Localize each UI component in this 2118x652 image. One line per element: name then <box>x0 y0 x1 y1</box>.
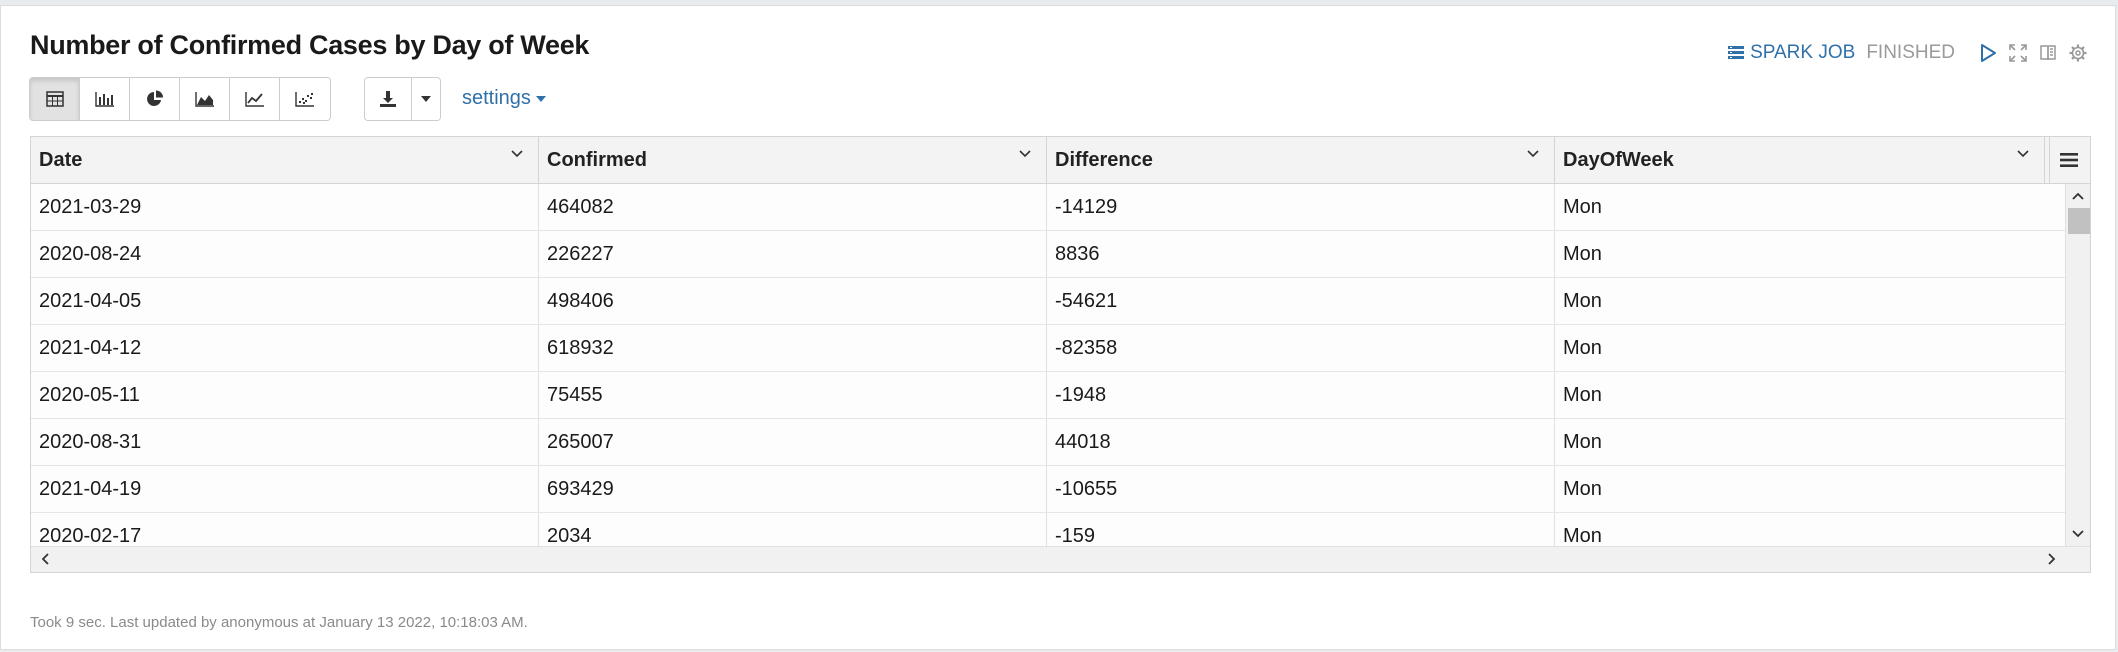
vertical-scroll-thumb[interactable] <box>2068 208 2090 234</box>
spark-job-label: SPARK JOB <box>1750 42 1856 63</box>
table-header: Date Confirmed Difference DayOfWeek <box>31 137 2090 184</box>
download-icon <box>380 91 396 107</box>
scroll-left-icon[interactable] <box>37 551 53 567</box>
column-header-date[interactable]: Date <box>31 137 539 183</box>
paragraph-title: Number of Confirmed Cases by Day of Week <box>30 30 590 60</box>
run-icon[interactable] <box>1977 42 1999 64</box>
cell-dayofweek: Mon <box>1563 477 1602 500</box>
cell-difference: -82358 <box>1047 325 1555 371</box>
cell-dayofweek: Mon <box>1563 289 1602 312</box>
cell-date: 2020-05-11 <box>31 372 539 418</box>
cell-difference: 44018 <box>1047 419 1555 465</box>
area-chart-button[interactable] <box>180 78 230 120</box>
table-row[interactable]: 2021-03-29 464082 -14129 Mon <box>31 184 2065 231</box>
scroll-up-icon[interactable] <box>2070 188 2086 204</box>
cell-date: 2020-02-17 <box>31 513 539 546</box>
spark-job-icon <box>1728 46 1745 59</box>
cell-confirmed: 2034 <box>539 513 1047 546</box>
gear-icon[interactable] <box>2067 42 2089 64</box>
table-row[interactable]: 2020-05-11 75455 -1948 Mon <box>31 372 2065 419</box>
table-row[interactable]: 2020-02-17 2034 -159 Mon <box>31 513 2065 546</box>
line-chart-button[interactable] <box>230 78 280 120</box>
scatter-chart-button[interactable] <box>280 78 330 120</box>
caret-down-icon <box>421 96 431 102</box>
table-view-button[interactable] <box>30 78 80 120</box>
caret-down-icon <box>535 95 546 102</box>
table-row[interactable]: 2020-08-31 265007 44018 Mon <box>31 419 2065 466</box>
cell-confirmed: 265007 <box>539 419 1047 465</box>
cell-dayofweek: Mon <box>1563 430 1602 453</box>
chevron-down-icon[interactable] <box>1018 149 1032 159</box>
table-icon <box>45 91 64 107</box>
book-icon[interactable] <box>2037 42 2059 64</box>
download-toolbar <box>364 77 441 121</box>
chevron-down-icon[interactable] <box>1526 149 1540 159</box>
cell-difference: -10655 <box>1047 466 1555 512</box>
settings-dropdown[interactable]: settings <box>462 87 547 110</box>
status-label: FINISHED <box>1866 42 1955 63</box>
cell-difference: -14129 <box>1047 184 1555 230</box>
visualization-toolbar <box>29 77 331 121</box>
cell-difference: -159 <box>1047 513 1555 546</box>
cell-dayofweek: Mon <box>1563 383 1602 406</box>
download-options-button[interactable] <box>412 78 440 120</box>
paragraph-footer: Took 9 sec. Last updated by anonymous at… <box>30 614 528 631</box>
column-header-confirmed[interactable]: Confirmed <box>539 137 1047 183</box>
download-button[interactable] <box>365 78 412 120</box>
cell-date: 2021-04-05 <box>31 278 539 324</box>
cell-difference: 8836 <box>1047 231 1555 277</box>
spark-job-link[interactable]: SPARK JOB <box>1727 42 1855 64</box>
scatter-chart-icon <box>295 92 314 107</box>
column-header-difference[interactable]: Difference <box>1047 137 1555 183</box>
cell-confirmed: 693429 <box>539 466 1047 512</box>
settings-label: settings <box>462 87 531 109</box>
cell-date: 2021-04-19 <box>31 466 539 512</box>
horizontal-scrollbar[interactable] <box>31 546 2090 572</box>
pie-chart-icon <box>146 90 163 106</box>
table-row[interactable]: 2021-04-12 618932 -82358 Mon <box>31 325 2065 372</box>
table-row[interactable]: 2020-08-24 226227 8836 Mon <box>31 231 2065 278</box>
paragraph-panel: Number of Confirmed Cases by Day of Week… <box>0 5 2116 650</box>
chevron-down-icon[interactable] <box>510 149 524 159</box>
table-row[interactable]: 2021-04-19 693429 -10655 Mon <box>31 466 2065 513</box>
cell-date: 2020-08-24 <box>31 231 539 277</box>
area-chart-icon <box>194 92 214 107</box>
cell-confirmed: 498406 <box>539 278 1047 324</box>
results-table: Date Confirmed Difference DayOfWeek 2021… <box>30 136 2091 573</box>
cell-confirmed: 464082 <box>539 184 1047 230</box>
cell-confirmed: 226227 <box>539 231 1047 277</box>
cell-dayofweek: Mon <box>1563 242 1602 265</box>
cell-date: 2021-04-12 <box>31 325 539 371</box>
expand-icon[interactable] <box>2007 42 2029 64</box>
bar-chart-icon <box>94 92 114 107</box>
bar-chart-button[interactable] <box>80 78 130 120</box>
line-chart-icon <box>244 92 264 107</box>
column-header-dayofweek[interactable]: DayOfWeek <box>1555 137 2045 183</box>
cell-dayofweek: Mon <box>1563 195 1602 218</box>
cell-dayofweek: Mon <box>1563 524 1602 547</box>
cell-dayofweek: Mon <box>1563 336 1602 359</box>
grid-menu-button[interactable] <box>2049 137 2088 183</box>
cell-confirmed: 618932 <box>539 325 1047 371</box>
cell-difference: -1948 <box>1047 372 1555 418</box>
paragraph-controls: SPARK JOB FINISHED <box>1727 40 2089 66</box>
cell-confirmed: 75455 <box>539 372 1047 418</box>
table-row[interactable]: 2021-04-05 498406 -54621 Mon <box>31 278 2065 325</box>
pie-chart-button[interactable] <box>130 78 180 120</box>
cell-date: 2020-08-31 <box>31 419 539 465</box>
chevron-down-icon[interactable] <box>2016 149 2030 159</box>
scroll-right-icon[interactable] <box>2044 551 2060 567</box>
hamburger-menu-icon <box>2060 153 2078 167</box>
table-body: 2021-03-29 464082 -14129 Mon 2020-08-24 … <box>31 184 2065 546</box>
vertical-scrollbar[interactable] <box>2065 184 2090 546</box>
cell-date: 2021-03-29 <box>31 184 539 230</box>
scroll-down-icon[interactable] <box>2070 526 2086 542</box>
cell-difference: -54621 <box>1047 278 1555 324</box>
